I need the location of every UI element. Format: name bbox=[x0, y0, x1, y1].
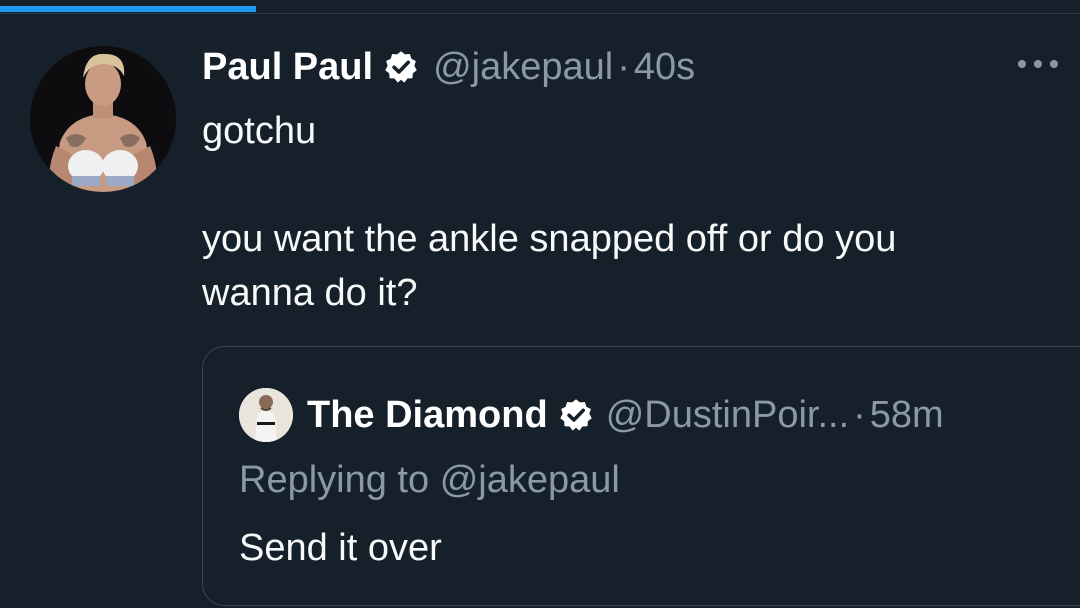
verified-badge-icon bbox=[558, 397, 594, 433]
tweet-text-line: you want the ankle snapped off or do you bbox=[202, 218, 897, 260]
progress-bar bbox=[0, 0, 1080, 14]
fighter-avatar-icon bbox=[239, 388, 293, 442]
replying-to-handle[interactable]: @jakepaul bbox=[440, 459, 620, 501]
progress-bar-fill bbox=[0, 6, 256, 12]
tweet-header: Paul Paul @jakepaul · 40s bbox=[202, 42, 695, 92]
quoted-author-handle[interactable]: @DustinPoir... bbox=[606, 394, 849, 437]
author-handle[interactable]: @jakepaul bbox=[433, 46, 613, 89]
replying-to-label: Replying to bbox=[239, 459, 430, 501]
more-dot bbox=[1050, 60, 1058, 68]
replying-to: Replying to @jakepaul bbox=[239, 459, 620, 502]
author-avatar[interactable] bbox=[30, 46, 176, 192]
separator-dot: · bbox=[853, 393, 866, 436]
quoted-tweet-header: The Diamond @DustinPoir... · 58m bbox=[239, 387, 944, 443]
separator-dot: · bbox=[617, 45, 630, 88]
boxer-avatar-icon bbox=[30, 46, 176, 192]
tweet-timestamp[interactable]: 40s bbox=[634, 46, 695, 89]
more-dot bbox=[1018, 60, 1026, 68]
quoted-tweet-card[interactable]: The Diamond @DustinPoir... · 58m Replyin… bbox=[202, 346, 1080, 606]
more-options-icon[interactable] bbox=[1018, 54, 1058, 74]
quoted-tweet-text: Send it over bbox=[239, 527, 442, 569]
tweet-text: gotchu you want the ankle snapped off or… bbox=[202, 104, 1052, 320]
quoted-author-display-name[interactable]: The Diamond bbox=[307, 394, 548, 437]
more-dot bbox=[1034, 60, 1042, 68]
quoted-tweet-timestamp[interactable]: 58m bbox=[870, 394, 944, 437]
tweet-text-line: wanna do it? bbox=[202, 272, 418, 314]
author-display-name[interactable]: Paul Paul bbox=[202, 46, 373, 89]
quoted-author-avatar[interactable] bbox=[239, 388, 293, 442]
verified-badge-icon bbox=[383, 49, 419, 85]
tweet-text-line: gotchu bbox=[202, 110, 317, 152]
line-break bbox=[202, 158, 1052, 212]
